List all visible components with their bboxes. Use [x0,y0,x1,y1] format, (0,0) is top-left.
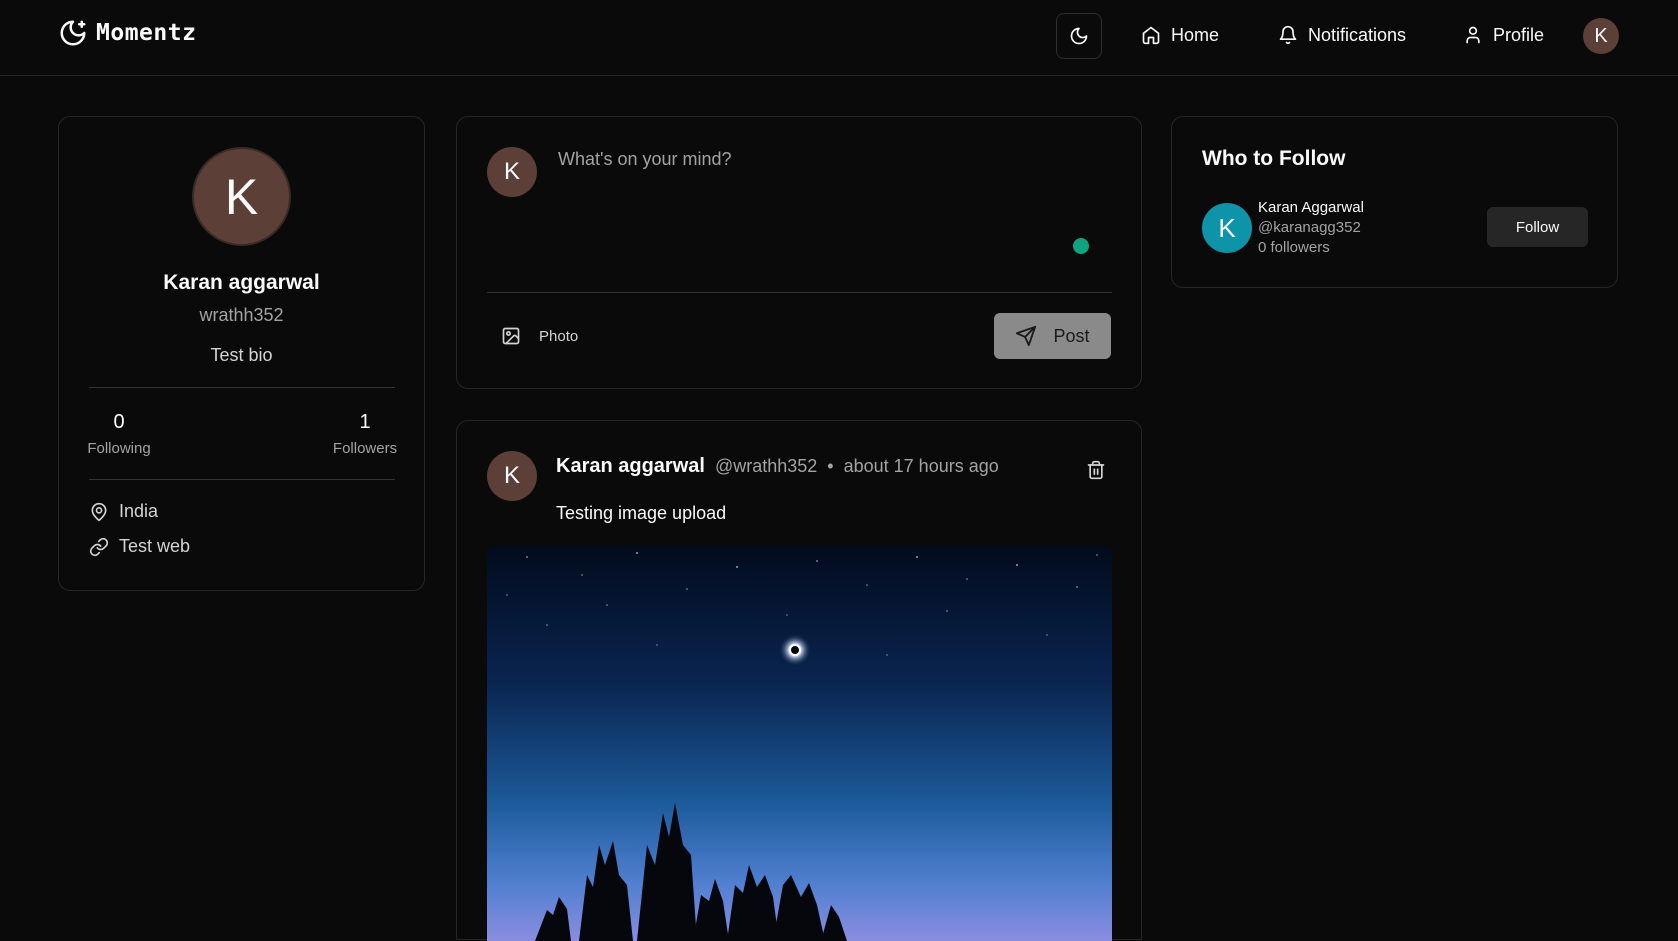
nav-profile[interactable]: Profile [1463,20,1544,50]
trash-icon [1087,460,1105,480]
divider [89,479,395,480]
map-pin-icon [91,502,107,521]
post-timestamp: about 17 hours ago [843,456,999,476]
post-button-label: Post [1053,325,1090,346]
user-avatar-menu[interactable]: K [1583,18,1619,54]
post-input[interactable] [556,147,1116,207]
profile-avatar: K [192,147,291,246]
who-to-follow-card: Who to Follow K Karan Aggarwal @karanagg… [1171,116,1618,288]
nav-home-label: Home [1171,24,1220,45]
photo-label: Photo [539,327,579,345]
post-composer: K Photo Post [456,116,1142,389]
post-button[interactable]: Post [994,313,1111,359]
following-stat[interactable]: 0 Following [69,411,169,457]
image-icon [502,327,520,345]
post-author-name[interactable]: Karan aggarwal [556,455,705,478]
user-icon [1466,26,1480,44]
nav-notifications[interactable]: Notifications [1278,20,1406,50]
brand-name: Momentz [96,20,197,46]
following-count: 0 [113,411,125,433]
profile-sidebar-card: K Karan aggarwal wrathh352 Test bio 0 Fo… [58,116,425,591]
suggested-user-name[interactable]: Karan Aggarwal [1258,198,1364,218]
post-card: K Karan aggarwal @wrathh352 • about 17 h… [456,420,1142,941]
composer-avatar: K [487,147,537,197]
brand-logo[interactable]: Momentz [58,18,196,48]
delete-post-button[interactable] [1085,459,1107,481]
link-icon [89,537,109,556]
suggested-user-handle: @karanagg352 [1258,219,1361,236]
bell-icon [1279,25,1297,45]
suggested-user-followers: 0 followers [1258,239,1330,256]
post-image[interactable] [487,545,1112,941]
post-separator: • [827,456,834,476]
profile-name: Karan aggarwal [163,271,320,294]
website-text: Test web [119,536,191,556]
suggested-user-avatar[interactable]: K [1202,203,1252,253]
profile-location: India [89,501,158,522]
post-header: Karan aggarwal @wrathh352 • about 17 hou… [556,455,999,478]
who-to-follow-title: Who to Follow [1202,147,1346,170]
send-icon [1016,325,1037,347]
moon-sparkle-icon [60,20,86,46]
followers-count: 1 [359,411,371,433]
theme-toggle-button[interactable] [1056,13,1102,59]
followers-stat[interactable]: 1 Followers [315,411,415,457]
divider [89,387,395,388]
moon-icon [1070,27,1088,45]
profile-bio: Test bio [210,345,273,365]
divider [487,292,1112,293]
post-content: Testing image upload [556,503,727,523]
top-navbar: Momentz Home Notifications Profile K [0,0,1678,76]
location-text: India [119,501,159,521]
post-author-avatar[interactable]: K [487,451,537,501]
status-indicator [1073,238,1089,254]
profile-website[interactable]: Test web [89,536,190,557]
profile-username: wrathh352 [199,305,284,325]
add-photo-button[interactable]: Photo [501,326,578,346]
nav-home[interactable]: Home [1141,20,1219,50]
night-sky-image [487,545,1112,941]
follow-button[interactable]: Follow [1487,207,1588,247]
nav-notifications-label: Notifications [1308,24,1407,45]
followers-label: Followers [332,440,398,457]
following-label: Following [87,440,151,457]
home-icon [1142,26,1160,45]
nav-profile-label: Profile [1493,24,1545,45]
post-author-handle: @wrathh352 [714,456,818,476]
suggested-user-info: Karan Aggarwal @karanagg352 0 followers [1258,198,1364,258]
